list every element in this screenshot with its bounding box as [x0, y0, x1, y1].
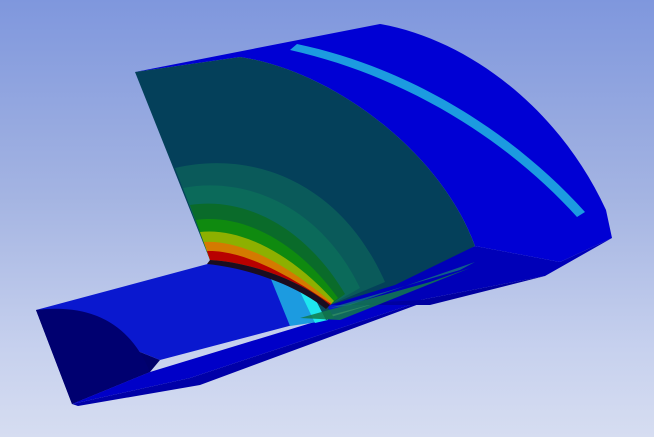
fea-contour-model[interactable] [0, 0, 654, 437]
graphics-viewport[interactable] [0, 0, 654, 437]
